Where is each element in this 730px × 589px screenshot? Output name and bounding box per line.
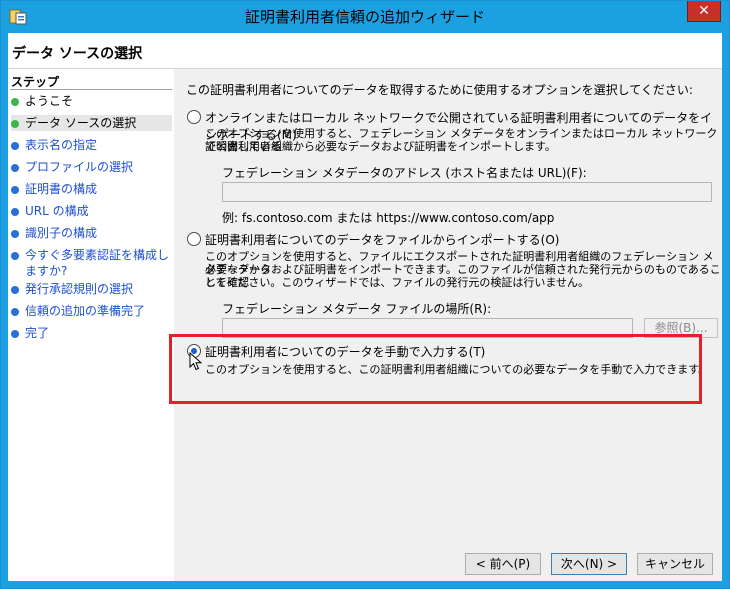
options-pane: この証明書利用者についてのデータを取得するために使用するオプションを選択してくだ… [176, 69, 722, 545]
step-label: 完了 [25, 326, 50, 340]
radio-file-label[interactable]: 証明書利用者についてのデータをファイルからインポートする(O) [205, 231, 559, 248]
page-title: データ ソースの選択 [12, 46, 143, 62]
radio-online-import[interactable] [187, 110, 201, 124]
step-label: 識別子の構成 [25, 226, 98, 240]
wizard-client-area: データ ソースの選択 ステップ ようこそ データ ソースの選択 表示名の指定 プ… [8, 33, 722, 581]
step-ready[interactable]: 信頼の追加の準備完了 [11, 303, 172, 319]
step-pending-icon [11, 164, 19, 172]
step-profile[interactable]: プロファイルの選択 [11, 159, 172, 175]
step-identifier[interactable]: 識別子の構成 [11, 225, 172, 241]
step-pending-icon [11, 252, 19, 260]
step-label: ようこそ [25, 94, 74, 108]
mouse-pointer-icon [189, 352, 203, 371]
metadata-address-input[interactable] [222, 182, 712, 202]
step-display-name[interactable]: 表示名の指定 [11, 137, 172, 153]
step-label: 発行承認規則の選択 [25, 282, 134, 296]
step-pending-icon [11, 230, 19, 238]
step-complete-icon [11, 98, 19, 106]
close-icon: ✕ [698, 3, 710, 19]
highlight-box [169, 334, 702, 404]
step-label: 証明書の構成 [25, 182, 98, 196]
step-issuance-rules[interactable]: 発行承認規則の選択 [11, 281, 172, 297]
step-pending-icon [11, 308, 19, 316]
close-button[interactable]: ✕ [687, 1, 721, 22]
step-pending-icon [11, 208, 19, 216]
metadata-address-label: フェデレーション メタデータのアドレス (ホスト名または URL)(F): [222, 166, 587, 180]
wizard-footer: < 前へ(P) 次へ(N) > キャンセル [176, 545, 722, 581]
step-label: 信頼の追加の準備完了 [25, 304, 146, 318]
online-description-line2: 証明書利用者組織から必要なデータおよび証明書をインポートします。 [205, 140, 556, 153]
radio-file-import[interactable] [187, 232, 201, 246]
steps-heading: ステップ [11, 75, 60, 89]
title-bar[interactable]: 証明書利用者信頼の追加ウィザード ✕ [1, 1, 729, 33]
step-current-icon [11, 120, 19, 128]
step-label: データ ソースの選択 [25, 116, 137, 130]
header-band: データ ソースの選択 [8, 33, 722, 69]
step-select-data-source: データ ソースの選択 [11, 115, 172, 131]
step-mfa[interactable]: 今すぐ多要素認証を構成しますか? [11, 247, 172, 279]
step-certificate[interactable]: 証明書の構成 [11, 181, 172, 197]
step-pending-icon [11, 142, 19, 150]
step-label: 表示名の指定 [25, 138, 98, 152]
metadata-file-label: フェデレーション メタデータ ファイルの場所(R): [222, 302, 492, 316]
wizard-window: 証明書利用者信頼の追加ウィザード ✕ データ ソースの選択 ステップ ようこそ … [0, 0, 730, 589]
steps-divider [10, 89, 172, 90]
step-label: プロファイルの選択 [25, 160, 134, 174]
file-description-line3: してください。このウィザードでは、ファイルの発行元の検証は行いません。 [205, 276, 590, 289]
steps-pane: ステップ ようこそ データ ソースの選択 表示名の指定 プロファイルの選択 証明… [8, 69, 174, 581]
step-pending-icon [11, 286, 19, 294]
step-label: URL の構成 [25, 204, 89, 218]
step-pending-icon [11, 186, 19, 194]
cancel-button[interactable]: キャンセル [637, 553, 713, 575]
step-finish[interactable]: 完了 [11, 325, 172, 341]
step-pending-icon [11, 330, 19, 338]
metadata-address-example: 例: fs.contoso.com または https://www.contos… [222, 211, 555, 225]
next-button[interactable]: 次へ(N) > [551, 553, 627, 575]
intro-text: この証明書利用者についてのデータを取得するために使用するオプションを選択してくだ… [186, 83, 693, 97]
window-title: 証明書利用者信頼の追加ウィザード [244, 8, 485, 26]
step-welcome: ようこそ [11, 93, 172, 109]
back-button[interactable]: < 前へ(P) [465, 553, 541, 575]
step-label: 今すぐ多要素認証を構成しますか? [25, 248, 170, 278]
step-url[interactable]: URL の構成 [11, 203, 172, 219]
